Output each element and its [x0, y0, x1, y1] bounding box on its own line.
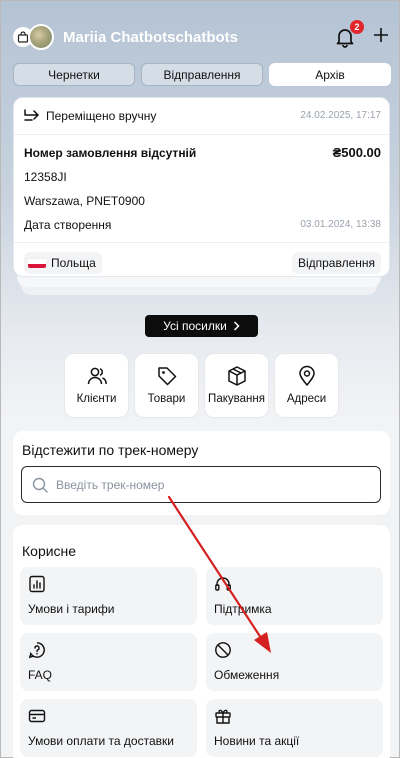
created-label: Дата створення — [24, 218, 112, 232]
card-icon — [28, 709, 46, 723]
quick-actions: Клієнти Товари Пакування Адреси — [64, 353, 340, 418]
quick-action-clients[interactable]: Клієнти — [64, 353, 129, 418]
quick-action-label: Адреси — [286, 393, 327, 405]
useful-item-label: Умови і тарифи — [28, 602, 115, 616]
tab-shipments[interactable]: Відправлення — [141, 63, 263, 86]
shipment-card[interactable]: Переміщено вручну 24.02.2025, 17:17 Номе… — [13, 97, 390, 277]
chevron-right-icon — [233, 321, 240, 331]
moved-date: 24.02.2025, 17:17 — [300, 110, 381, 121]
avatar — [28, 24, 54, 50]
tag-icon — [157, 367, 176, 386]
country-name: Польща — [51, 256, 96, 270]
moved-status: Переміщено вручну — [46, 109, 157, 123]
useful-item-label: Підтримка — [214, 602, 272, 616]
restriction-icon — [215, 642, 231, 658]
created-date: 03.01.2024, 13:38 — [300, 219, 381, 230]
divider — [14, 134, 389, 135]
notification-badge: 2 — [350, 20, 364, 34]
tab-drafts[interactable]: Чернетки — [13, 63, 135, 86]
order-number: 12358JI — [24, 170, 67, 184]
quick-action-label: Пакування — [208, 393, 265, 405]
transfer-icon — [24, 109, 39, 121]
map-pin-icon — [298, 365, 315, 386]
plus-icon[interactable] — [373, 27, 389, 43]
useful-item-label: Новини та акції — [214, 734, 300, 748]
all-parcels-button[interactable]: Усі посилки — [145, 315, 258, 337]
quick-action-label: Товари — [147, 393, 186, 405]
quick-action-products[interactable]: Товари — [134, 353, 199, 418]
useful-restrictions[interactable]: Обмеження — [206, 633, 383, 691]
headset-icon — [215, 577, 231, 591]
useful-support[interactable]: Підтримка — [206, 567, 383, 625]
shipment-tabs: Чернетки Відправлення Архів — [13, 63, 391, 86]
question-icon — [28, 642, 45, 659]
all-parcels-label: Усі посилки — [163, 319, 227, 333]
quick-action-label: Клієнти — [76, 393, 117, 405]
divider — [14, 242, 389, 243]
users-icon — [87, 367, 107, 385]
tracking-panel: Відстежити по трек-номеру — [13, 431, 390, 515]
useful-item-label: Умови оплати та доставки — [28, 734, 174, 748]
account-switcher[interactable] — [13, 24, 55, 50]
useful-item-label: Обмеження — [214, 668, 280, 682]
useful-payment-delivery[interactable]: Умови оплати та доставки — [20, 699, 197, 757]
quick-action-packaging[interactable]: Пакування — [204, 353, 269, 418]
top-bar: Mariia Chatbotschatbots 2 — [1, 1, 400, 63]
useful-item-label: FAQ — [28, 668, 53, 682]
recipient-address: Warszawa, PNET0900 — [24, 194, 145, 208]
status-badge: Відправлення — [291, 252, 381, 274]
gift-icon — [215, 709, 231, 724]
box-icon — [227, 366, 246, 386]
search-icon — [32, 477, 48, 493]
useful-title: Корисне — [22, 543, 77, 559]
useful-section: Корисне Умови і тарифи Підтримка FAQ Обм… — [13, 525, 390, 758]
useful-news-promos[interactable]: Новини та акції — [206, 699, 383, 757]
tracking-title: Відстежити по трек-номеру — [22, 442, 199, 458]
order-price: ₴500.00 — [332, 145, 381, 160]
useful-terms-tariffs[interactable]: Умови і тарифи — [20, 567, 197, 625]
tracking-search[interactable] — [21, 466, 381, 503]
user-name: Mariia Chatbotschatbots — [63, 29, 239, 46]
country-chip: Польща — [24, 252, 102, 274]
order-number-label: Номер замовлення відсутній — [24, 146, 197, 160]
tracking-number-input[interactable] — [56, 477, 356, 492]
tab-archive[interactable]: Архів — [269, 63, 391, 86]
useful-faq[interactable]: FAQ — [20, 633, 197, 691]
chart-icon — [29, 575, 45, 593]
poland-flag-icon — [28, 258, 46, 268]
quick-action-addresses[interactable]: Адреси — [274, 353, 339, 418]
